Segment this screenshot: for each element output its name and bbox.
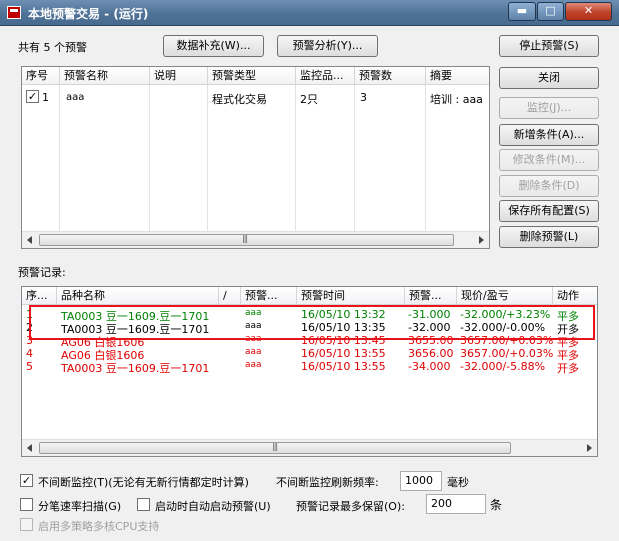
grip-icon: |||	[272, 442, 278, 451]
max-records-input[interactable]: 200	[426, 494, 486, 514]
record-alert: aaa	[245, 347, 262, 357]
records-label: 预警记录:	[18, 266, 66, 279]
col-header-name[interactable]: 预警名称	[60, 67, 150, 85]
record-action: 开多	[557, 362, 579, 375]
highlight-annotation-box	[29, 305, 595, 340]
row-type: 程式化交易	[212, 93, 267, 106]
rec-header-pnl[interactable]: 现价/盈亏	[457, 287, 553, 305]
record-price: 3656.00	[408, 347, 454, 360]
record-name: TA0003 豆一1609.豆一1701	[61, 362, 210, 375]
continuous-monitor-checkbox[interactable]: ✓	[20, 474, 33, 487]
auto-start-checkbox[interactable]	[137, 498, 150, 511]
close-window-button[interactable]: ✕	[565, 2, 612, 21]
delete-alert-button[interactable]: 删除预警(L)	[499, 226, 599, 248]
auto-start-label[interactable]: 启动时自动启动预警(U)	[155, 498, 271, 514]
col-header-no[interactable]: 序号	[22, 67, 60, 85]
minimize-button[interactable]: ▬	[508, 2, 536, 21]
modify-condition-button[interactable]: 修改条件(M)...	[499, 149, 599, 171]
rec-header-alert[interactable]: 预警...	[241, 287, 297, 305]
row-monitor: 2只	[300, 93, 318, 106]
stop-alert-button[interactable]: 停止预警(S)	[499, 35, 599, 57]
maximize-button[interactable]: □	[537, 2, 564, 21]
record-no: 5	[26, 360, 33, 373]
row-no: 1	[42, 91, 49, 104]
rec-header-time[interactable]: 预警时间	[297, 287, 405, 305]
scroll-right-icon[interactable]	[587, 444, 592, 452]
record-no: 4	[26, 347, 33, 360]
rec-header-no[interactable]: 序...	[22, 287, 57, 305]
scroll-left-icon[interactable]	[27, 236, 32, 244]
records-unit-label: 条	[490, 498, 503, 512]
tick-scan-label[interactable]: 分笔速率扫描(G)	[38, 498, 121, 514]
record-time: 16/05/10 13:55	[301, 347, 386, 360]
row-summary: 培训 : aaa	[430, 93, 483, 106]
data-supplement-button[interactable]: 数据补充(W)...	[163, 35, 264, 57]
ms-unit-label: 毫秒	[447, 476, 469, 489]
delete-condition-button[interactable]: 删除条件(D)	[499, 175, 599, 197]
col-header-monitor[interactable]: 监控品...	[296, 67, 355, 85]
alerts-table[interactable]: 序号 预警名称 说明 预警类型 监控品... 预警数 摘要 ✓ 1 aaa 程式…	[21, 66, 490, 249]
max-records-label: 预警记录最多保留(O):	[296, 500, 405, 513]
refresh-rate-input[interactable]: 1000	[400, 471, 442, 491]
col-header-summary[interactable]: 摘要	[426, 67, 489, 85]
record-price: -34.000	[408, 360, 451, 373]
close-button[interactable]: 关闭	[499, 67, 599, 89]
tick-scan-checkbox[interactable]	[20, 498, 33, 511]
refresh-rate-label: 不间断监控刷新频率:	[276, 476, 379, 489]
grip-icon: |||	[242, 234, 248, 243]
row-count: 3	[360, 91, 367, 104]
rec-header-action[interactable]: 动作	[553, 287, 597, 305]
save-all-config-button[interactable]: 保存所有配置(S)	[499, 200, 599, 222]
app-icon	[7, 6, 21, 19]
alert-analysis-button[interactable]: 预警分析(Y)...	[277, 35, 378, 57]
col-header-desc[interactable]: 说明	[150, 67, 208, 85]
multi-core-checkbox[interactable]	[20, 518, 33, 531]
add-condition-button[interactable]: 新增条件(A)...	[499, 124, 599, 146]
record-pnl: -32.000/-5.88%	[460, 360, 546, 373]
rec-header-slash[interactable]: /	[219, 287, 241, 305]
col-header-count[interactable]: 预警数	[355, 67, 426, 85]
window-title: 本地预警交易 - (运行)	[28, 7, 149, 21]
record-pnl: 3657.00/+0.03%	[460, 347, 554, 360]
scroll-left-icon[interactable]	[27, 444, 32, 452]
col-header-type[interactable]: 预警类型	[208, 67, 296, 85]
continuous-monitor-label[interactable]: 不间断监控(T)(无论有无新行情都定时计算)	[38, 474, 249, 490]
row-checkbox[interactable]: ✓	[26, 90, 39, 103]
multi-core-label[interactable]: 启用多策略多核CPU支持	[38, 518, 159, 534]
title-bar[interactable]: 本地预警交易 - (运行) ▬ □ ✕	[0, 0, 619, 26]
row-name: aaa	[66, 92, 85, 103]
scroll-right-icon[interactable]	[479, 236, 484, 244]
record-time: 16/05/10 13:55	[301, 360, 386, 373]
monitor-button[interactable]: 监控(J)...	[499, 97, 599, 119]
rec-header-name[interactable]: 品种名称	[57, 287, 219, 305]
rec-header-price[interactable]: 预警...	[405, 287, 457, 305]
record-alert: aaa	[245, 360, 262, 370]
records-horizontal-scrollbar[interactable]: |||	[22, 439, 597, 456]
alert-count-label: 共有 5 个预警	[18, 41, 87, 54]
horizontal-scrollbar[interactable]: |||	[22, 231, 489, 248]
